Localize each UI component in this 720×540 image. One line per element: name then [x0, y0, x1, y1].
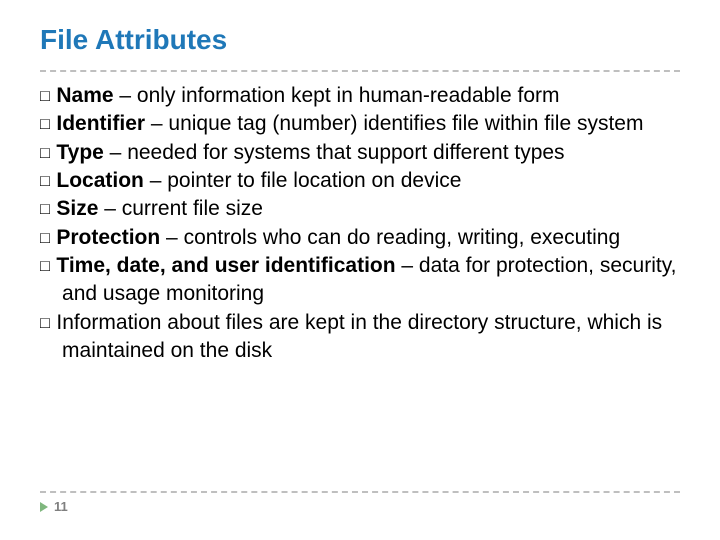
play-icon: [40, 502, 48, 512]
slide: File Attributes □Name – only information…: [0, 0, 720, 540]
list-item: □Type – needed for systems that support …: [40, 139, 680, 167]
item-term: Time, date, and user identification: [56, 254, 395, 277]
item-desc: Information about files are kept in the …: [56, 311, 662, 362]
checkbox-icon: □: [40, 85, 56, 107]
checkbox-icon: □: [40, 170, 56, 192]
divider-bottom: [40, 491, 680, 493]
slide-title: File Attributes: [40, 24, 680, 56]
page-indicator: 11: [40, 499, 680, 514]
list-item: □Location – pointer to file location on …: [40, 167, 680, 195]
item-desc: – only information kept in human-readabl…: [114, 84, 560, 107]
checkbox-icon: □: [40, 113, 56, 135]
checkbox-icon: □: [40, 227, 56, 249]
item-desc: – needed for systems that support differ…: [104, 141, 565, 164]
list-item: □Identifier – unique tag (number) identi…: [40, 110, 680, 138]
list-item: □Protection – controls who can do readin…: [40, 224, 680, 252]
list-item: □Time, date, and user identification – d…: [40, 252, 680, 309]
list-item: □Size – current file size: [40, 195, 680, 223]
list-item: □Name – only information kept in human-r…: [40, 82, 680, 110]
item-term: Type: [56, 141, 103, 164]
item-desc: – controls who can do reading, writing, …: [160, 226, 620, 249]
checkbox-icon: □: [40, 198, 56, 220]
page-number: 11: [54, 499, 68, 514]
item-term: Size: [56, 197, 98, 220]
item-term: Location: [56, 169, 144, 192]
content-body: □Name – only information kept in human-r…: [40, 82, 680, 365]
item-desc: – current file size: [98, 197, 263, 220]
footer: 11: [40, 491, 680, 514]
checkbox-icon: □: [40, 142, 56, 164]
checkbox-icon: □: [40, 312, 56, 334]
item-term: Identifier: [56, 112, 145, 135]
checkbox-icon: □: [40, 255, 56, 277]
divider-top: [40, 70, 680, 72]
item-term: Protection: [56, 226, 160, 249]
item-desc: – pointer to file location on device: [144, 169, 462, 192]
item-desc: – unique tag (number) identifies file wi…: [145, 112, 643, 135]
item-term: Name: [56, 84, 113, 107]
list-item: □Information about files are kept in the…: [40, 309, 680, 366]
